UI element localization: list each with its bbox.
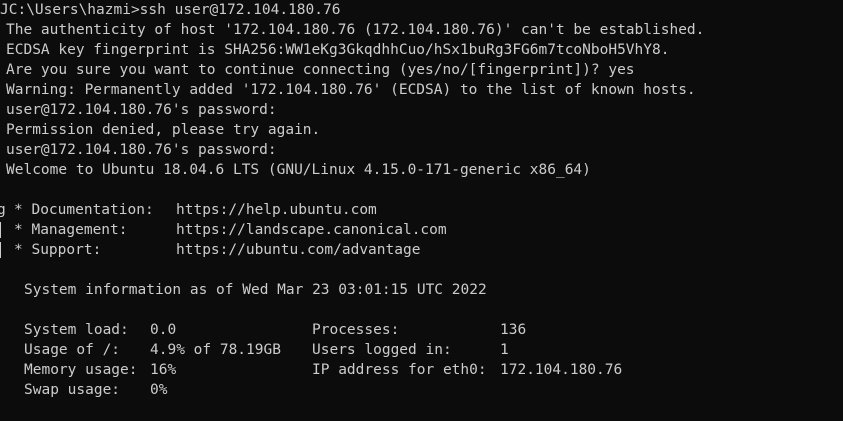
continue-confirmation-line: Are you sure you want to continue connec… [6,62,635,78]
link-label: * Management: [14,222,128,238]
sysinfo-row: System load: 0.0 Processes: 136 [6,320,526,340]
sysinfo-row: Memory usage: 16% IP address for eth0: 1… [6,360,622,380]
sysinfo-label: Memory usage: [24,362,138,378]
sysinfo-label: IP address for eth0: [312,362,487,378]
sysinfo-header-text: System information as of Wed Mar 23 03:0… [24,282,487,298]
sysinfo-value: 136 [500,322,527,338]
clipped-edge-mark [0,242,1,258]
link-row-management: * Management: https://landscape.canonica… [6,220,447,240]
link-label: * Documentation: [14,202,154,218]
sysinfo-value: 16% [150,362,177,378]
welcome-banner: Welcome to Ubuntu 18.04.6 LTS (GNU/Linux… [6,162,591,178]
terminal-window[interactable]: JC:\Users\hazmi>ssh user@172.104.180.76 … [0,0,843,421]
sysinfo-value: 1 [500,342,509,358]
sysinfo-label: Users logged in: [312,342,452,358]
password-prompt-second: user@172.104.180.76's password: [6,142,277,158]
sysinfo-value: 4.9% of 78.19GB [150,342,281,358]
link-url[interactable]: https://ubuntu.com/advantage [176,240,420,260]
password-prompt-first: user@172.104.180.76's password: [6,102,277,118]
link-url[interactable]: https://help.ubuntu.com [176,200,377,220]
link-row-support: * Support: https://ubuntu.com/advantage [6,240,420,260]
sysinfo-label: System load: [24,322,129,338]
host-authenticity-warning: The authenticity of host '172.104.180.76… [6,22,705,38]
sysinfo-label: Swap usage: [24,382,121,398]
sysinfo-header: System information as of Wed Mar 23 03:0… [6,280,487,300]
command-prompt-line: JC:\Users\hazmi>ssh user@172.104.180.76 [0,2,341,18]
link-row-documentation: * Documentation: https://help.ubuntu.com [6,200,377,220]
sysinfo-label: Processes: [312,322,400,338]
clipped-edge-mark [0,222,1,238]
sysinfo-value: 0% [150,382,168,398]
permission-denied-line: Permission denied, please try again. [6,122,321,138]
sysinfo-row: Usage of /: 4.9% of 78.19GB Users logged… [6,340,509,360]
sysinfo-row: Swap usage: 0% [6,380,167,400]
clipped-edge-glyph: g [0,202,6,218]
sysinfo-value: 0.0 [150,322,177,338]
link-url[interactable]: https://landscape.canonical.com [176,220,447,240]
key-fingerprint-line: ECDSA key fingerprint is SHA256:WW1eKg3G… [6,42,670,58]
known-hosts-warning: Warning: Permanently added '172.104.180.… [6,82,696,98]
sysinfo-value: 172.104.180.76 [500,362,623,378]
sysinfo-label: Usage of /: [24,342,121,358]
link-label: * Support: [14,242,102,258]
